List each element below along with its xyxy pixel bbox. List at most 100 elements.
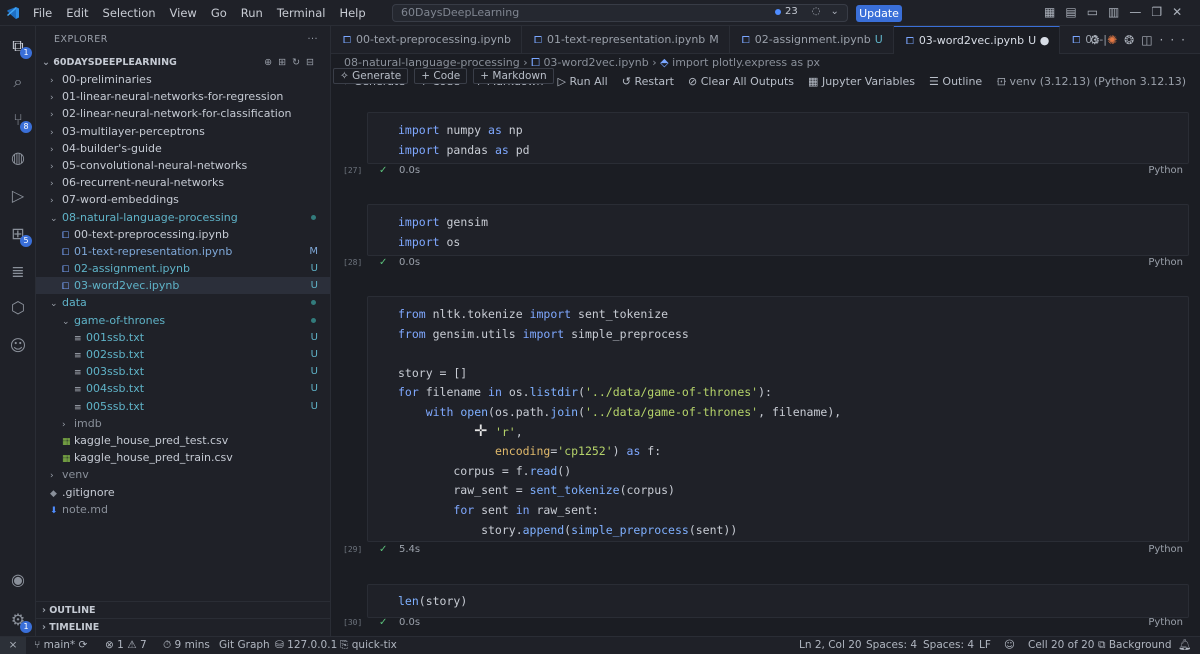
tree-file[interactable]: ≡ 001ssb.txt U xyxy=(36,329,330,346)
tree-folder[interactable]: › 00-preliminaries xyxy=(36,71,330,88)
tree-folder[interactable]: ⌄ 08-natural-language-processing xyxy=(36,209,330,226)
accounts-icon[interactable]: ◉ xyxy=(8,570,28,590)
tree-file[interactable]: ▦ kaggle_house_pred_train.csv xyxy=(36,449,330,466)
toggle-panel-icon[interactable]: ▭ xyxy=(1087,5,1098,19)
chevron-down-icon[interactable]: ⌄ xyxy=(830,6,838,17)
tree-file[interactable]: ⧠ 01-text-representation.ipynb M xyxy=(36,243,330,260)
insert-code-button[interactable]: + Code xyxy=(414,68,468,84)
copilot-status-icon[interactable]: ☺ xyxy=(1004,637,1015,654)
eol-indicator[interactable]: LF xyxy=(979,637,991,654)
cell-indicator[interactable]: Cell 20 of 20 xyxy=(1028,637,1094,654)
gear-icon[interactable]: ⚙ 1 xyxy=(8,610,32,633)
tab-00-text-preprocessing[interactable]: ⧠ 00-text-preprocessing.ipynb xyxy=(331,26,522,54)
menu-terminal[interactable]: Terminal xyxy=(270,6,333,20)
tree-folder[interactable]: › 01-linear-neural-networks-for-regressio… xyxy=(36,88,330,105)
code-cell[interactable]: import numpy as np import pandas as pd xyxy=(367,112,1189,164)
insert-generate-button[interactable]: ✧ Generate xyxy=(333,68,409,84)
tab-03-word2vec[interactable]: ⧠ 03-word2vec.ipynb U ● xyxy=(893,26,1061,54)
kernel-picker[interactable]: ⊡ venv (3.12.13) (Python 3.12.13) xyxy=(997,72,1186,92)
tree-file[interactable]: ◆ .gitignore xyxy=(36,484,330,501)
tree-folder[interactable]: ⌄ game-of-thrones xyxy=(36,312,330,329)
insert-markdown-button[interactable]: + Markdown xyxy=(473,68,554,84)
background-indicator[interactable]: ⧉ Background xyxy=(1098,637,1172,654)
indentation-1[interactable]: Spaces: 4 xyxy=(866,637,917,654)
cell-editor[interactable]: import numpy as np import pandas as pd xyxy=(368,113,1188,160)
close-icon[interactable]: ✕ xyxy=(1172,5,1182,19)
search-icon[interactable]: ⌕ xyxy=(8,72,28,92)
package-icon[interactable]: ⬡ xyxy=(8,298,28,318)
tree-file[interactable]: ≡ 005ssb.txt U xyxy=(36,398,330,415)
run-debug-icon[interactable]: ▷ xyxy=(8,186,28,206)
tree-file[interactable]: ⧠ 03-word2vec.ipynb U xyxy=(36,277,330,295)
tree-file[interactable]: ▦ kaggle_house_pred_test.csv xyxy=(36,432,330,449)
remote-explorer-icon[interactable]: ◍ xyxy=(8,148,28,168)
time-tracker[interactable]: ⏱ 9 mins xyxy=(163,637,210,654)
remote-indicator-icon[interactable]: ⨯ xyxy=(0,637,26,654)
tree-file[interactable]: ≡ 004ssb.txt U xyxy=(36,380,330,397)
copilot-icon[interactable]: ☺ xyxy=(8,336,28,356)
tree-folder[interactable]: › 07-word-embeddings xyxy=(36,191,330,208)
timeline-section[interactable]: › TIMELINE xyxy=(36,618,331,635)
openai-icon[interactable]: ❂ xyxy=(1124,33,1141,47)
code-cell[interactable]: from nltk.tokenize import sent_tokenize … xyxy=(367,296,1189,542)
menu-help[interactable]: Help xyxy=(332,6,372,20)
bell-icon[interactable]: 🔔︎ xyxy=(1178,637,1191,654)
toggle-sidebar-icon[interactable]: ▤ xyxy=(1065,5,1076,19)
tree-file[interactable]: ⧠ 00-text-preprocessing.ipynb xyxy=(36,226,330,243)
menu-go[interactable]: Go xyxy=(204,6,234,20)
claude-icon[interactable]: ✺ xyxy=(1107,33,1124,47)
tree-folder[interactable]: › venv xyxy=(36,466,330,483)
collapse-icon[interactable]: ⊟ xyxy=(306,57,320,68)
tree-file[interactable]: ≡ 002ssb.txt U xyxy=(36,346,330,363)
problems-indicator[interactable]: ⊗ 1 ⚠ 7 xyxy=(105,637,147,654)
cell-language[interactable]: Python xyxy=(1148,615,1183,631)
refresh-icon[interactable]: ↻ xyxy=(292,57,306,68)
tree-file[interactable]: ≡ 003ssb.txt U xyxy=(36,363,330,380)
toggle-secondary-icon[interactable]: ▥ xyxy=(1108,5,1119,19)
cell-language[interactable]: Python xyxy=(1148,255,1183,271)
tree-folder[interactable]: › imdb xyxy=(36,415,330,432)
tree-file[interactable]: ⬇ note.md xyxy=(36,501,330,518)
quick-indicator[interactable]: ⎘ quick-tix xyxy=(340,637,397,654)
minimize-icon[interactable]: — xyxy=(1129,5,1141,19)
layout-icon[interactable]: ▦ xyxy=(1044,5,1055,19)
gear-icon[interactable]: ⚙ xyxy=(1089,33,1107,47)
chat-icon[interactable]: ◌ xyxy=(812,6,821,17)
menu-file[interactable]: File xyxy=(26,6,59,20)
notification-badge[interactable]: 23 ◌ ⌄ xyxy=(775,6,839,17)
extensions-icon[interactable]: ⊞ 5 xyxy=(8,224,32,247)
new-folder-icon[interactable]: ⊞ xyxy=(278,57,292,68)
menu-view[interactable]: View xyxy=(163,6,204,20)
source-control-icon[interactable]: ⑂ 8 xyxy=(8,110,32,133)
tree-folder[interactable]: › 05-convolutional-neural-networks xyxy=(36,157,330,174)
tree-folder[interactable]: › 04-builder's-guide xyxy=(36,140,330,157)
cell-editor[interactable]: len(story) xyxy=(368,585,1188,612)
branch-indicator[interactable]: ⑂ main* ⟳ xyxy=(34,637,87,654)
indentation-2[interactable]: Spaces: 4 xyxy=(923,637,974,654)
cell-language[interactable]: Python xyxy=(1148,163,1183,179)
workspace-root[interactable]: ⌄ 60DAYSDEEPLEARNING ⊕⊞↻⊟ xyxy=(36,54,330,71)
tree-folder[interactable]: › 03-multilayer-perceptrons xyxy=(36,123,330,140)
git-graph-button[interactable]: Git Graph xyxy=(219,637,270,654)
update-button[interactable]: Update xyxy=(856,5,902,22)
more-actions-icon[interactable]: ··· xyxy=(1160,33,1192,47)
tree-folder[interactable]: › 02-linear-neural-network-for-classifica… xyxy=(36,105,330,122)
new-file-icon[interactable]: ⊕ xyxy=(264,57,278,68)
cell-editor[interactable]: import gensim import os xyxy=(368,205,1188,252)
code-cell[interactable]: import gensim import os xyxy=(367,204,1189,256)
explorer-icon[interactable]: ⧉ 1 xyxy=(8,36,32,59)
tab-02-assignment[interactable]: ⧠ 02-assignment.ipynb U xyxy=(730,26,894,54)
tab-01-text-representation[interactable]: ⧠ 01-text-representation.ipynb M xyxy=(522,26,730,54)
outline-button[interactable]: ☰ Outline xyxy=(929,72,982,92)
database-icon[interactable]: ≣ xyxy=(8,262,28,282)
tree-file[interactable]: ⧠ 02-assignment.ipynb U xyxy=(36,260,330,277)
restore-icon[interactable]: ❐ xyxy=(1151,5,1162,19)
more-actions-icon[interactable]: ··· xyxy=(307,26,318,54)
tree-folder[interactable]: › 06-recurrent-neural-networks xyxy=(36,174,330,191)
outline-section[interactable]: › OUTLINE xyxy=(36,601,331,618)
menu-edit[interactable]: Edit xyxy=(59,6,95,20)
tree-folder[interactable]: ⌄ data xyxy=(36,294,330,311)
split-editor-icon[interactable]: ◫ xyxy=(1141,33,1159,47)
menu-run[interactable]: Run xyxy=(234,6,270,20)
menu-selection[interactable]: Selection xyxy=(96,6,163,20)
